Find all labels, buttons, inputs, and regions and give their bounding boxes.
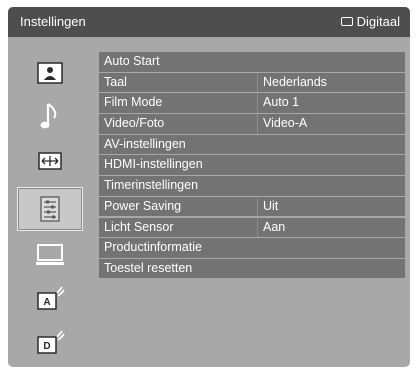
sidebar-item-sound[interactable]: [17, 97, 83, 137]
menu-row-value: Aan: [263, 219, 286, 234]
row-divider: [257, 72, 258, 93]
menu-row-value: Video-A: [263, 116, 308, 131]
sidebar-item-pc[interactable]: [17, 235, 83, 275]
svg-text:A: A: [43, 297, 50, 308]
menu-row-value: Uit: [263, 198, 279, 213]
menu-row-label: Toestel resetten: [104, 260, 193, 275]
settings-menu: Auto Start Taal Nederlands Film Mode Aut…: [99, 52, 405, 280]
row-divider: [257, 93, 258, 113]
menu-row-auto-start[interactable]: Auto Start: [99, 52, 405, 72]
svg-text:D: D: [43, 341, 50, 352]
menu-row-power-saving[interactable]: Power Saving Uit: [99, 196, 405, 217]
settings-list-icon: [40, 196, 60, 222]
menu-row-label: Licht Sensor: [104, 219, 174, 234]
digital-antenna-icon: D: [37, 330, 65, 354]
screen-format-icon: [38, 152, 62, 170]
menu-row-taal[interactable]: Taal Nederlands: [99, 72, 405, 93]
menu-row-value: Auto 1: [263, 95, 300, 110]
picture-icon: [37, 62, 63, 84]
menu-row-value: Nederlands: [263, 74, 327, 89]
row-divider: [257, 114, 258, 134]
analog-antenna-icon: A: [37, 286, 65, 310]
menu-row-productinformatie[interactable]: Productinformatie: [99, 238, 405, 258]
header-bar: Instellingen Digitaal: [8, 7, 410, 37]
sidebar-item-picture[interactable]: [17, 53, 83, 93]
menu-row-label: Film Mode: [104, 95, 163, 110]
menu-row-label: Video/Foto: [104, 116, 165, 131]
menu-row-label: Productinformatie: [104, 240, 202, 255]
menu-row-hdmi-instellingen[interactable]: HDMI-instellingen: [99, 155, 405, 175]
row-divider: [257, 217, 258, 237]
menu-row-toestel-resetten[interactable]: Toestel resetten: [99, 258, 405, 279]
menu-row-timerinstellingen[interactable]: Timerinstellingen: [99, 176, 405, 196]
settings-screen: Instellingen Digitaal A D Auto Start Taa…: [8, 7, 410, 367]
sidebar-item-digital[interactable]: D: [17, 323, 83, 363]
row-divider: [257, 196, 258, 217]
menu-row-label: AV-instellingen: [104, 136, 186, 151]
menu-row-label: HDMI-instellingen: [104, 157, 203, 172]
monitor-icon: [36, 244, 64, 265]
category-sidebar: A D: [8, 45, 96, 367]
input-source-label: Digitaal: [356, 14, 400, 29]
menu-row-video-foto[interactable]: Video/Foto Video-A: [99, 114, 405, 134]
sidebar-item-settings[interactable]: [17, 187, 83, 231]
input-source-indicator: Digitaal: [340, 14, 400, 29]
menu-row-av-instellingen[interactable]: AV-instellingen: [99, 134, 405, 155]
page-title: Instellingen: [20, 14, 86, 29]
menu-row-label: Taal: [104, 74, 127, 89]
menu-row-film-mode[interactable]: Film Mode Auto 1: [99, 93, 405, 113]
music-note-icon: [40, 103, 57, 129]
menu-row-label: Auto Start: [104, 54, 160, 68]
menu-row-label: Timerinstellingen: [104, 178, 199, 193]
tv-source-icon: [340, 17, 353, 26]
menu-row-licht-sensor[interactable]: Licht Sensor Aan: [99, 217, 405, 237]
sidebar-item-analog[interactable]: A: [17, 279, 83, 319]
menu-row-label: Power Saving: [104, 198, 182, 213]
sidebar-item-screen[interactable]: [17, 141, 83, 181]
